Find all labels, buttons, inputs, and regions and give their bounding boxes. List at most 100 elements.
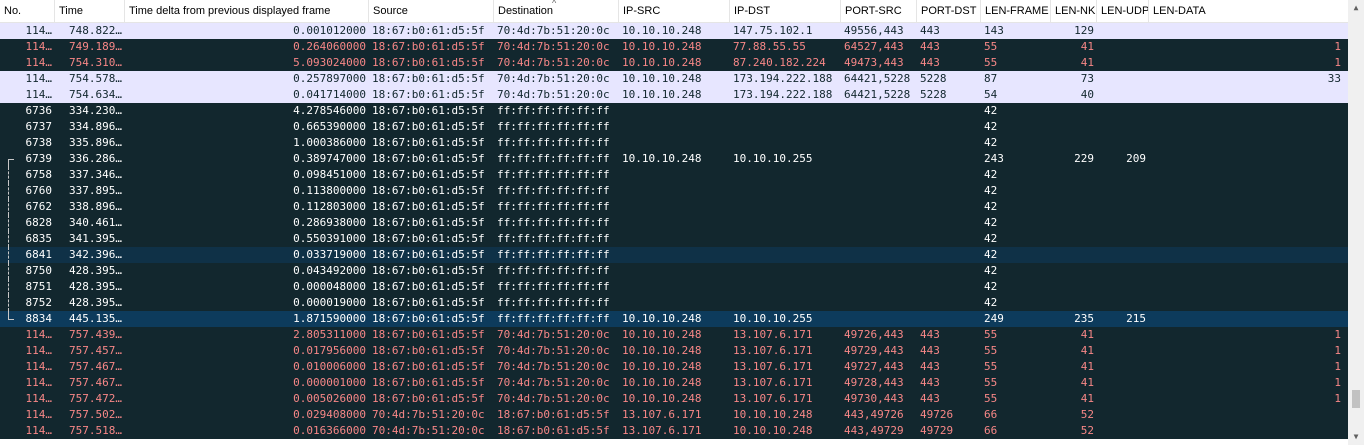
cell-no: 6828 — [25, 216, 53, 229]
table-row[interactable]: 114… 757.457… 0.017956000 18:67:b0:61:d5:5f… — [0, 343, 1348, 359]
cell-ip-dst: 13.107.6.171 — [733, 344, 813, 357]
cell-len-nk: 52 — [1080, 408, 1094, 421]
cell-time-delta: 0.113800000 — [293, 184, 366, 197]
cell-len-data — [1149, 167, 1344, 183]
cell-ip-dst: 10.10.10.248 — [733, 408, 813, 421]
cell-time-delta: 0.016366000 — [293, 424, 366, 437]
cell-no: 114… — [25, 376, 53, 389]
cell-ip-dst — [730, 231, 841, 247]
table-row[interactable]: 6738 335.896… 1.000386000 18:67:b0:61:d5:5f… — [0, 135, 1348, 151]
table-row[interactable]: 6736 334.230… 4.278546000 18:67:b0:61:d5:5f… — [0, 103, 1348, 119]
cell-port-dst — [917, 167, 981, 183]
column-header-source[interactable]: Source — [369, 0, 494, 22]
cell-port-src: 64421,5228 — [844, 72, 911, 85]
table-row[interactable]: 114… 757.467… 0.000001000 18:67:b0:61:d5:5f… — [0, 375, 1348, 391]
cell-port-dst — [917, 215, 981, 231]
table-row[interactable]: 114… 757.439… 2.805311000 18:67:b0:61:d5:5f… — [0, 327, 1348, 343]
column-header-destination[interactable]: Destination — [494, 0, 619, 22]
table-row[interactable]: 114… 754.578… 0.257897000 18:67:b0:61:d5:5f… — [0, 71, 1348, 87]
table-row[interactable]: 6762 338.896… 0.112803000 18:67:b0:61:d5:5f… — [0, 199, 1348, 215]
table-row[interactable]: 114… 757.502… 0.029408000 70:4d:7b:51:20:0c… — [0, 407, 1348, 423]
column-header-len-frame[interactable]: LEN-FRAME — [981, 0, 1051, 22]
table-row[interactable]: 114… 757.518… 0.016366000 70:4d:7b:51:20:0c… — [0, 423, 1348, 439]
column-header-no[interactable]: No. — [0, 0, 55, 22]
cell-destination: 70:4d:7b:51:20:0c — [497, 40, 610, 53]
cell-time: 445.135… — [69, 312, 122, 325]
column-header-time-delta[interactable]: Time delta from previous displayed frame — [125, 0, 369, 22]
table-row[interactable]: 114… 754.634… 0.041714000 18:67:b0:61:d5:5f… — [0, 87, 1348, 103]
cell-len-udp — [1097, 39, 1149, 55]
cell-no: 8751 — [25, 280, 53, 293]
cell-time-delta: 0.000001000 — [293, 376, 366, 389]
column-header-ip-dst[interactable]: IP-DST — [730, 0, 841, 22]
cell-destination: ff:ff:ff:ff:ff:ff — [497, 232, 610, 245]
cell-len-frame: 55 — [984, 392, 998, 405]
cell-port-dst — [917, 311, 981, 327]
table-row[interactable]: 8750 428.395… 0.043492000 18:67:b0:61:d5:5f… — [0, 263, 1348, 279]
table-row[interactable]: 8752 428.395… 0.000019000 18:67:b0:61:d5:5f… — [0, 295, 1348, 311]
column-header-port-src[interactable]: PORT-SRC — [841, 0, 917, 22]
table-row[interactable]: 6841 342.396… 0.033719000 18:67:b0:61:d5:5f… — [0, 247, 1348, 263]
table-row[interactable]: 114… 757.467… 0.010006000 18:67:b0:61:d5:5f… — [0, 359, 1348, 375]
table-row[interactable]: 6835 341.395… 0.550391000 18:67:b0:61:d5:5f… — [0, 231, 1348, 247]
table-row[interactable]: 8751 428.395… 0.000048000 18:67:b0:61:d5:5f… — [0, 279, 1348, 295]
cell-time: 342.396… — [69, 248, 122, 261]
cell-source: 18:67:b0:61:d5:5f — [372, 88, 485, 101]
scroll-up-arrow-icon[interactable]: ▲ — [1348, 0, 1364, 16]
cell-len-data — [1149, 423, 1344, 439]
cell-ip-src — [619, 231, 730, 247]
cell-no: 114… — [25, 40, 53, 53]
cell-port-dst: 443 — [920, 56, 940, 69]
cell-port-dst — [917, 183, 981, 199]
cell-port-dst: 443 — [920, 360, 940, 373]
cell-time-delta: 0.257897000 — [293, 72, 366, 85]
cell-time-delta: 0.665390000 — [293, 120, 366, 133]
table-row[interactable]: 114… 749.189… 0.264060000 18:67:b0:61:d5:5f… — [0, 39, 1348, 55]
cell-source: 18:67:b0:61:d5:5f — [372, 280, 485, 293]
cell-len-nk — [1051, 247, 1097, 263]
table-row[interactable]: 6760 337.895… 0.113800000 18:67:b0:61:d5:5f… — [0, 183, 1348, 199]
cell-len-frame: 42 — [984, 168, 998, 181]
table-row[interactable]: 8834 445.135… 1.871590000 18:67:b0:61:d5:5f… — [0, 311, 1348, 327]
table-row[interactable]: 114… 754.310… 5.093024000 18:67:b0:61:d5:5f… — [0, 55, 1348, 71]
cell-port-dst: 443 — [920, 24, 940, 37]
column-header-port-dst[interactable]: PORT-DST — [917, 0, 981, 22]
cell-destination: ff:ff:ff:ff:ff:ff — [497, 120, 610, 133]
cell-time-delta: 0.010006000 — [293, 360, 366, 373]
cell-len-udp — [1097, 263, 1149, 279]
cell-ip-dst: 10.10.10.255 — [733, 152, 813, 165]
column-header-len-data[interactable]: LEN-DATA — [1149, 0, 1348, 22]
cell-destination: ff:ff:ff:ff:ff:ff — [497, 168, 610, 181]
column-header-len-udp[interactable]: LEN-UDP — [1097, 0, 1149, 22]
scroll-down-arrow-icon[interactable]: ▼ — [1348, 429, 1364, 445]
cell-no: 114… — [25, 88, 53, 101]
cell-port-src — [841, 215, 917, 231]
scroll-thumb[interactable] — [1352, 390, 1360, 408]
table-row[interactable]: 6737 334.896… 0.665390000 18:67:b0:61:d5:5f… — [0, 119, 1348, 135]
column-header-time[interactable]: Time — [55, 0, 125, 22]
cell-time-delta: 0.000048000 — [293, 280, 366, 293]
cell-source: 18:67:b0:61:d5:5f — [372, 344, 485, 357]
table-row[interactable]: 6739 336.286… 0.389747000 18:67:b0:61:d5:5f… — [0, 151, 1348, 167]
cell-len-udp — [1097, 87, 1149, 103]
column-header-len-nk[interactable]: LEN-NK — [1051, 0, 1097, 22]
cell-len-data — [1149, 215, 1344, 231]
cell-len-udp — [1097, 247, 1149, 263]
table-row[interactable]: 114… 757.472… 0.005026000 18:67:b0:61:d5:5f… — [0, 391, 1348, 407]
cell-ip-dst: 10.10.10.248 — [733, 424, 813, 437]
cell-destination: ff:ff:ff:ff:ff:ff — [497, 136, 610, 149]
cell-len-data — [1149, 199, 1344, 215]
cell-port-src: 49728,443 — [844, 376, 904, 389]
cell-time: 341.395… — [69, 232, 122, 245]
table-row[interactable]: 6828 340.461… 0.286938000 18:67:b0:61:d5:5f… — [0, 215, 1348, 231]
cell-ip-dst — [730, 167, 841, 183]
packet-list[interactable]: No. Time Time delta from previous displa… — [0, 0, 1348, 445]
column-header-ip-src[interactable]: IP-SRC — [619, 0, 730, 22]
vertical-scrollbar[interactable]: ▲ ▼ — [1348, 0, 1364, 445]
cell-len-udp — [1097, 215, 1149, 231]
cell-destination: ff:ff:ff:ff:ff:ff — [497, 216, 610, 229]
table-row[interactable]: 6758 337.346… 0.098451000 18:67:b0:61:d5:5f… — [0, 167, 1348, 183]
table-row[interactable]: 114… 748.822… 0.001012000 18:67:b0:61:d5:5f… — [0, 23, 1348, 39]
cell-time-delta: 1.000386000 — [293, 136, 366, 149]
cell-destination: ff:ff:ff:ff:ff:ff — [497, 152, 610, 165]
